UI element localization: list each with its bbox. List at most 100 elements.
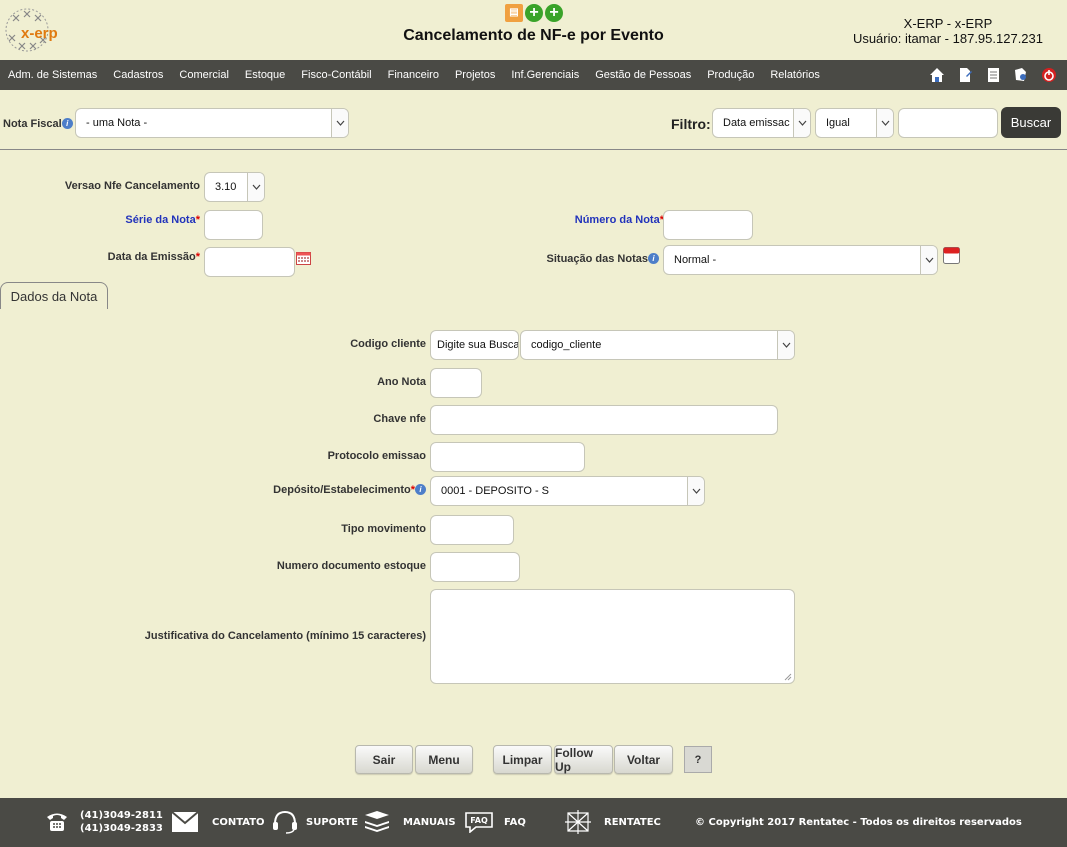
menu-cadastros[interactable]: Cadastros — [105, 69, 171, 81]
menu-relatorios[interactable]: Relatórios — [762, 69, 828, 81]
required-mark: * — [195, 251, 200, 263]
faq-icon-label: FAQ — [470, 815, 488, 825]
codigo-cliente-search-input[interactable]: Digite sua Busca — [430, 330, 519, 360]
document-icon[interactable] — [983, 65, 1003, 85]
phone-2: (41)3049-2833 — [80, 823, 163, 834]
search-docs-icon[interactable] — [1011, 65, 1031, 85]
filtro-operator-select[interactable]: Igual — [815, 108, 894, 138]
situacao-select[interactable]: Normal - — [663, 245, 938, 275]
deposito-label: Depósito/Estabelecimento* i — [273, 484, 426, 496]
justificativa-textarea[interactable] — [430, 589, 795, 684]
tipo-movimento-label: Tipo movimento — [341, 523, 426, 535]
filtro-value-input[interactable] — [898, 108, 998, 138]
rentatec-logo-icon[interactable] — [564, 809, 592, 835]
menu-adm-sistemas[interactable]: Adm. de Sistemas — [0, 69, 105, 81]
sair-button[interactable]: Sair — [355, 745, 413, 774]
serie-label-text: Série da Nota — [125, 214, 196, 226]
chevron-down-icon — [876, 109, 893, 137]
menu-comercial[interactable]: Comercial — [171, 69, 237, 81]
phone-1: (41)3049-2811 — [80, 810, 163, 821]
mail-icon[interactable] — [172, 812, 198, 832]
footer: (41)3049-2811 (41)3049-2833 CONTATO SUPO… — [0, 798, 1067, 847]
numero-label-text: Número da Nota — [574, 214, 660, 226]
filtro-field-select[interactable]: Data emissac — [712, 108, 811, 138]
report-icon[interactable]: ▤ — [505, 4, 523, 22]
menu-projetos[interactable]: Projetos — [447, 69, 503, 81]
data-emissao-input[interactable] — [204, 247, 295, 277]
situacao-label-text: Situação das Notas — [546, 253, 648, 265]
headset-icon[interactable] — [272, 810, 298, 834]
nota-fiscal-select[interactable]: - uma Nota - — [75, 108, 349, 138]
serie-label: Série da Nota* — [125, 214, 200, 226]
home-icon[interactable] — [927, 65, 947, 85]
data-emissao-label: Data da Emissão* — [108, 251, 200, 263]
rentatec-link[interactable]: RENTATEC — [604, 817, 661, 828]
header-actions: ▤ + + — [505, 4, 563, 22]
menu-estoque[interactable]: Estoque — [237, 69, 293, 81]
chave-nfe-input[interactable] — [430, 405, 778, 435]
follow-up-button[interactable]: Follow Up — [554, 745, 613, 774]
numero-label: Número da Nota* — [575, 214, 664, 226]
document-edit-icon[interactable] — [955, 65, 975, 85]
contato-link[interactable]: CONTATO — [212, 817, 265, 828]
menu-inf-gerenciais[interactable]: Inf.Gerenciais — [503, 69, 587, 81]
protocolo-input[interactable] — [430, 442, 585, 472]
header: x-erp ▤ + + Cancelamento de NF-e por Eve… — [0, 0, 1067, 60]
versao-label: Versao Nfe Cancelamento — [64, 180, 200, 192]
resize-grip-icon[interactable] — [784, 673, 792, 681]
faq-icon[interactable]: FAQ — [464, 811, 494, 833]
info-icon[interactable]: i — [648, 253, 659, 264]
serie-input[interactable] — [204, 210, 263, 240]
situacao-label: Situação das Notas i — [547, 253, 659, 265]
tipo-movimento-input[interactable] — [430, 515, 514, 545]
calendar-red-icon[interactable] — [943, 247, 960, 267]
help-button[interactable]: ? — [684, 746, 712, 773]
deposito-value: 0001 - DEPOSITO - S — [441, 485, 550, 497]
codigo-cliente-label: Codigo cliente — [350, 338, 426, 350]
menu-financeiro[interactable]: Financeiro — [380, 69, 447, 81]
buscar-button[interactable]: Buscar — [1001, 107, 1061, 138]
voltar-button[interactable]: Voltar — [614, 745, 673, 774]
chevron-down-icon — [793, 109, 810, 137]
main-menu: Adm. de Sistemas Cadastros Comercial Est… — [0, 60, 1067, 90]
manuais-link[interactable]: MANUAIS — [403, 817, 456, 828]
deposito-select[interactable]: 0001 - DEPOSITO - S — [430, 476, 705, 506]
power-icon[interactable] — [1039, 65, 1059, 85]
numero-input[interactable] — [663, 210, 753, 240]
suporte-link[interactable]: SUPORTE — [306, 817, 358, 828]
menu-toolbar — [927, 65, 1059, 85]
info-icon[interactable]: i — [61, 118, 73, 129]
limpar-button[interactable]: Limpar — [493, 745, 552, 774]
menu-producao[interactable]: Produção — [699, 69, 762, 81]
chevron-down-icon — [777, 331, 794, 359]
menu-button[interactable]: Menu — [415, 745, 473, 774]
ano-nota-input[interactable] — [430, 368, 482, 398]
user-name: Usuário: itamar - 187.95.127.231 — [852, 31, 1043, 46]
nota-fiscal-label: Nota Fiscal i — [3, 118, 73, 130]
chevron-down-icon — [687, 477, 704, 505]
faq-link[interactable]: FAQ — [504, 817, 526, 828]
add-icon[interactable]: + — [525, 4, 543, 22]
protocolo-label: Protocolo emissao — [327, 450, 426, 462]
add-new-icon[interactable]: + — [545, 4, 563, 22]
chevron-down-icon — [920, 246, 937, 274]
tab-dados-nota[interactable]: Dados da Nota — [0, 282, 108, 309]
menu-fisco-contabil[interactable]: Fisco-Contábil — [293, 69, 379, 81]
chevron-down-icon — [247, 173, 264, 201]
menu-gestao-pessoas[interactable]: Gestão de Pessoas — [587, 69, 699, 81]
chave-nfe-label: Chave nfe — [373, 413, 426, 425]
nota-fiscal-value: - uma Nota - — [86, 117, 148, 129]
chevron-down-icon — [331, 109, 348, 137]
calendar-icon[interactable] — [296, 251, 311, 268]
user-info: X-ERP - x-ERP Usuário: itamar - 187.95.1… — [853, 16, 1043, 46]
justificativa-label: Justificativa do Cancelamento (mínimo 15… — [144, 630, 426, 642]
ano-nota-label: Ano Nota — [377, 376, 426, 388]
required-mark: * — [195, 214, 200, 226]
numero-documento-input[interactable] — [430, 552, 520, 582]
copyright: © Copyright 2017 Rentatec - Todos os dir… — [695, 817, 1022, 828]
info-icon[interactable]: i — [415, 484, 426, 495]
codigo-cliente-select[interactable]: codigo_cliente — [520, 330, 795, 360]
books-icon[interactable] — [363, 811, 391, 833]
versao-select[interactable]: 3.10 — [204, 172, 265, 202]
filtro-operator-value: Igual — [826, 117, 850, 129]
